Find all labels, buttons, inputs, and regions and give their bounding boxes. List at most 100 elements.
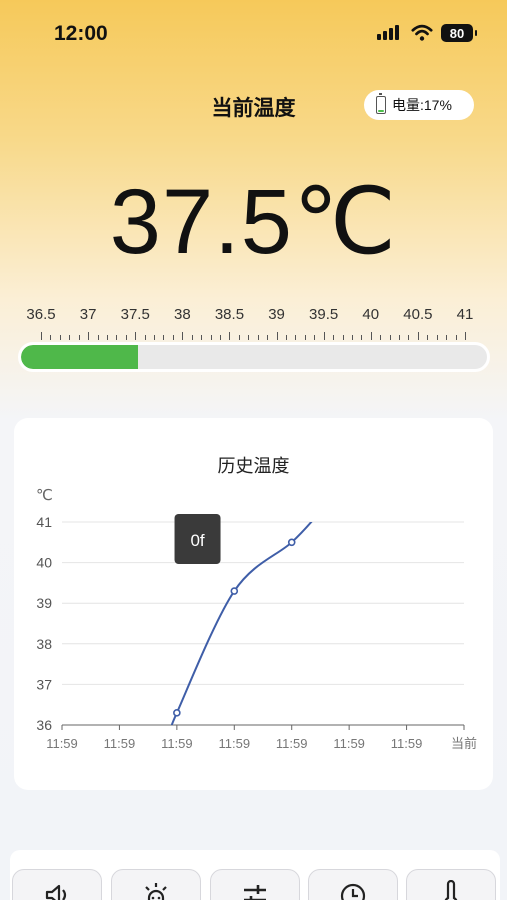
status-icons: 80	[377, 24, 477, 42]
scale-label: 37	[79, 306, 97, 323]
clock-icon	[340, 883, 366, 900]
scale-tick	[69, 335, 71, 340]
tool-button-alarm[interactable]	[111, 869, 201, 900]
scale-tick	[191, 335, 193, 340]
y-tick-label: 38	[36, 636, 52, 652]
scale-tick	[50, 335, 52, 340]
scale-tick	[323, 332, 325, 340]
tool-button-history[interactable]	[308, 869, 398, 900]
sliders-icon	[244, 885, 266, 900]
x-tick-label: 当前	[451, 736, 477, 751]
alarm-bulb-icon	[145, 883, 167, 900]
scale-label: 38.5	[214, 306, 245, 323]
x-tick-label: 11:59	[276, 736, 308, 751]
scale-tick	[267, 335, 269, 340]
scale-tick	[276, 332, 278, 340]
scale-tick	[41, 332, 42, 340]
scale-tick	[97, 335, 99, 340]
scale-tick	[389, 335, 391, 340]
scale-tick	[229, 332, 231, 340]
scale-tick	[154, 335, 156, 340]
scale-tick	[285, 335, 287, 340]
scale-tick	[182, 332, 184, 340]
x-tick-label: 11:59	[46, 736, 78, 751]
scale-tick	[201, 335, 203, 340]
scale-tick	[436, 335, 438, 340]
scale-tick	[88, 332, 90, 340]
scale-tick	[106, 335, 108, 340]
scale-tick	[78, 335, 80, 340]
scale-tick	[304, 335, 306, 340]
x-tick-label: 11:59	[218, 736, 250, 751]
scale-tick	[408, 335, 410, 340]
tool-button-settings[interactable]	[210, 869, 300, 900]
scale-label: 38	[173, 306, 191, 323]
scale-label: 41	[456, 306, 474, 323]
scale-tick	[333, 335, 335, 340]
battery-label: 电量:17%	[392, 97, 452, 113]
scale-tick	[163, 335, 165, 340]
scale-tick	[135, 332, 137, 340]
scale-tick	[144, 335, 146, 340]
scale-tick	[59, 335, 61, 340]
scale-tick	[125, 335, 127, 340]
y-axis-unit: ℃	[36, 487, 53, 504]
data-point	[173, 709, 181, 717]
signal-icon	[377, 24, 403, 42]
scale-label: 39.5	[309, 306, 339, 323]
x-tick-label: 11:59	[391, 736, 423, 751]
thermometer-icon	[444, 880, 458, 900]
scale-label: 39	[268, 306, 285, 323]
y-tick-label: 39	[36, 595, 52, 611]
scale-tick	[220, 335, 222, 340]
scale-tick	[257, 335, 259, 340]
scale-label: 40	[362, 306, 380, 323]
y-tick-label: 41	[36, 514, 52, 530]
scale-tick	[399, 335, 401, 340]
tool-button-speaker[interactable]	[12, 869, 102, 900]
scale-tick	[446, 335, 448, 340]
x-tick-label: 11:59	[333, 736, 365, 751]
x-tick-label: 11:59	[161, 736, 193, 751]
scale-tick	[314, 335, 316, 340]
y-tick-label: 40	[36, 555, 52, 571]
status-time: 12:00	[54, 22, 108, 45]
scale-tick	[172, 335, 174, 340]
scale-tick	[455, 335, 457, 340]
scale-label: 37.5	[120, 306, 150, 323]
scale-tick	[351, 335, 353, 340]
scale-tick	[465, 332, 466, 340]
temperature-ruler: 36.5 37 37.5 38 38.5 39 39.5 40 40.5 41	[20, 300, 490, 340]
chart-tooltip-text: 0f	[190, 531, 204, 550]
wifi-icon	[411, 24, 433, 41]
history-chart[interactable]: ℃ 41 40 39 38 37 36 11:59 11:59 11:59 11:59 11:59 11…	[14, 418, 493, 790]
y-tick-label: 36	[36, 717, 52, 733]
temperature-progress-fill	[21, 345, 138, 369]
data-point	[230, 587, 239, 595]
x-tick-label: 11:59	[104, 736, 136, 751]
scale-tick	[295, 335, 297, 340]
status-bar: 12:00 80	[0, 0, 507, 70]
data-point	[287, 538, 296, 547]
scale-tick	[238, 335, 240, 340]
scale-tick	[116, 335, 118, 340]
scale-tick	[417, 332, 419, 340]
battery-indicator: 80	[441, 24, 477, 42]
scale-tick	[370, 332, 372, 340]
y-tick-label: 37	[36, 676, 52, 692]
scale-tick	[342, 335, 344, 340]
device-battery-badge: 电量:17%	[364, 90, 474, 120]
scale-tick	[248, 335, 250, 340]
history-card: 历史温度 ℃ 41 40 39 38 37 36 11:59 11:59 11:59 11:59 11…	[14, 418, 493, 790]
scale-label: 36.5	[26, 306, 56, 323]
scale-tick	[380, 335, 382, 340]
scale-tick	[427, 335, 429, 340]
scale-tick	[361, 335, 363, 340]
speaker-icon	[45, 884, 67, 900]
battery-icon	[376, 93, 386, 114]
scale-label: 40.5	[403, 306, 433, 323]
tool-button-temperature[interactable]	[406, 869, 496, 900]
temperature-progress-bar	[18, 342, 490, 372]
scale-tick	[210, 335, 212, 340]
current-temperature: 37.5℃	[109, 171, 398, 273]
